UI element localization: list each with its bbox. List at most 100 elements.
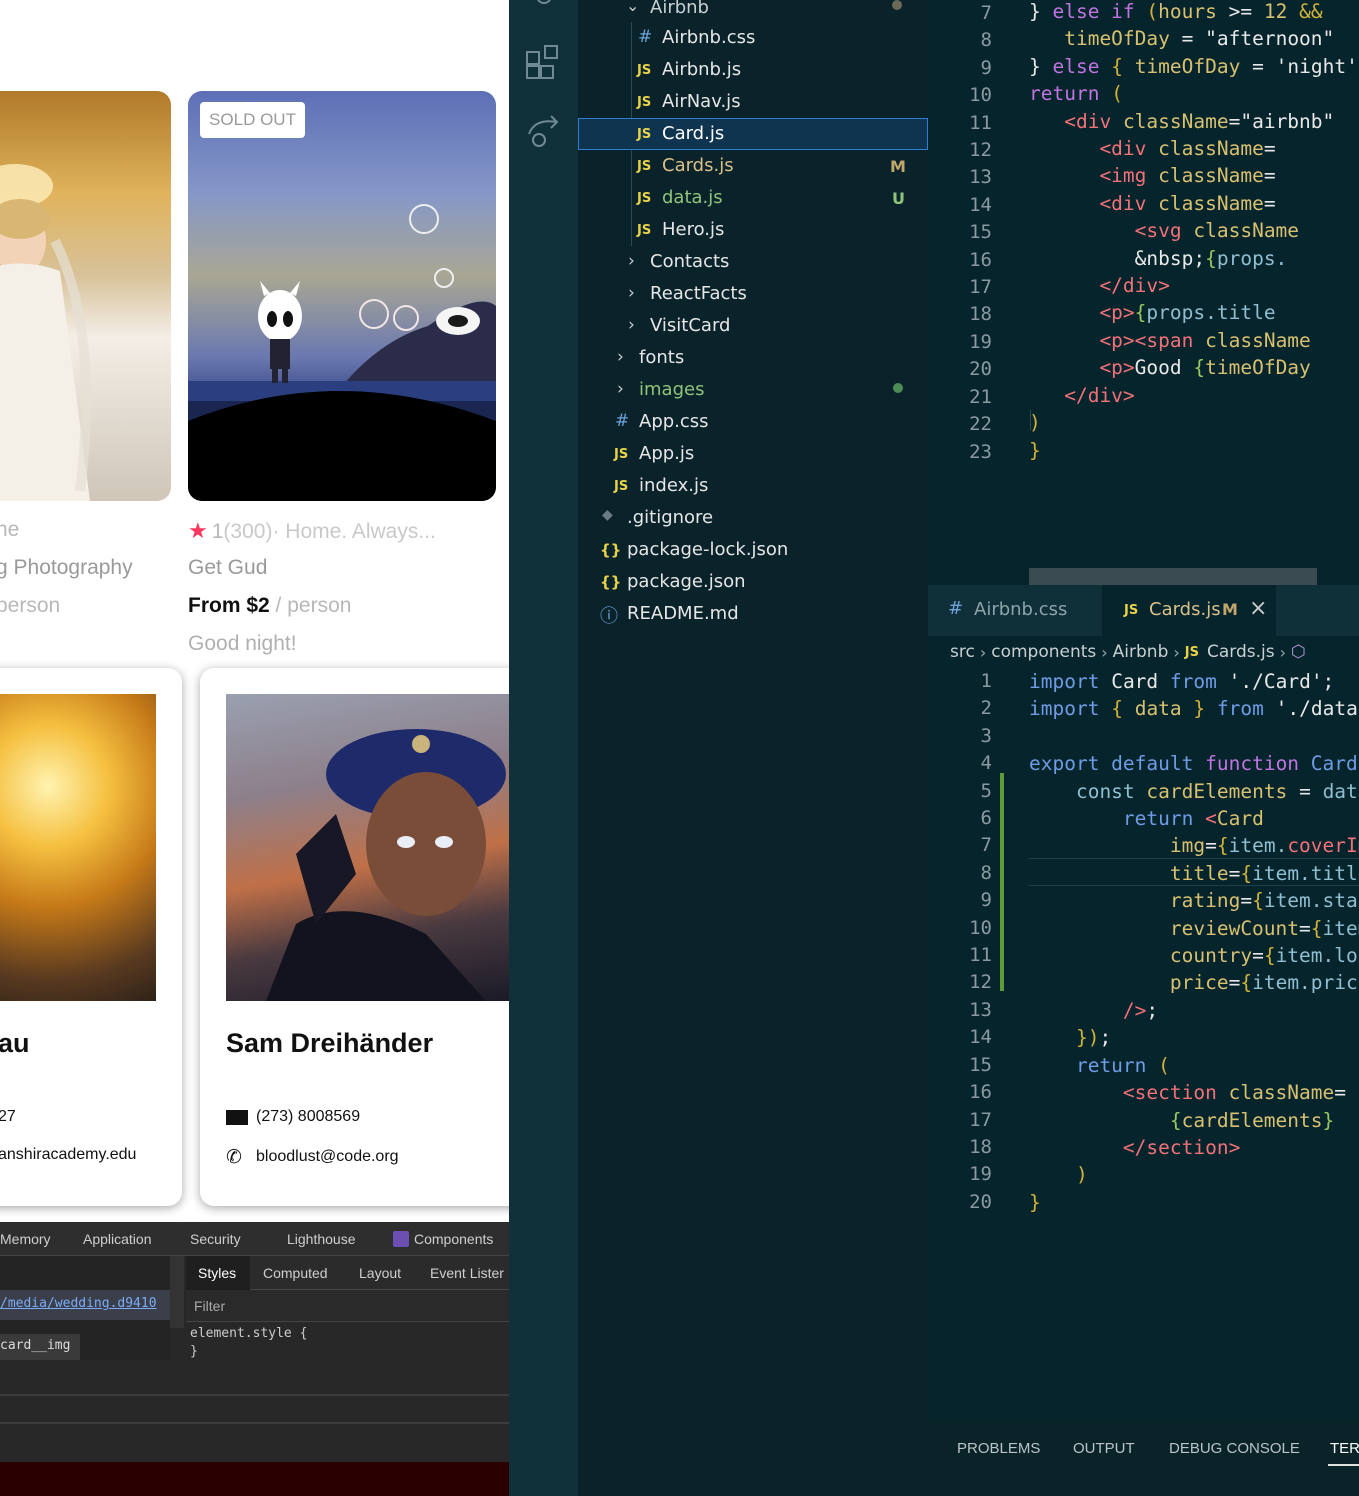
tab-terminal[interactable]: TER: [1330, 1440, 1359, 1457]
tab-application[interactable]: Application: [83, 1231, 152, 1247]
file-data-js[interactable]: JS data.js U: [578, 182, 928, 214]
tab-debug-console[interactable]: DEBUG CONSOLE: [1169, 1440, 1300, 1457]
git-icon: ◆: [602, 507, 613, 523]
styles-filter-bar: Filter: [186, 1290, 509, 1322]
profile-name: Sam Dreihänder: [226, 1028, 434, 1058]
card-review-count: (300): [223, 520, 273, 543]
bottom-panel: PROBLEMS OUTPUT DEBUG CONSOLE TER: [928, 1420, 1359, 1496]
file-label: Airbnb.css: [662, 27, 756, 48]
knight-illustration: [188, 204, 496, 501]
folder-visitcard[interactable]: › VisitCard: [578, 310, 928, 342]
card-price: From $2 / person: [188, 594, 351, 618]
file-label: index.js: [639, 475, 709, 496]
file-label: package.json: [627, 571, 746, 592]
file-index-js[interactable]: JS index.js: [578, 470, 928, 502]
file-label: package-lock.json: [627, 539, 789, 560]
resource-link[interactable]: /media/wedding.d9410: [0, 1296, 157, 1311]
json-icon: {}: [600, 573, 622, 591]
tab-output[interactable]: OUTPUT: [1073, 1440, 1135, 1457]
file-label: Card.js: [662, 123, 725, 144]
card-price-unit: person: [0, 594, 61, 617]
tab-styles-active[interactable]: Styles: [186, 1256, 250, 1290]
scrollbar[interactable]: [170, 1256, 184, 1328]
file-readme[interactable]: ⓘ README.md: [578, 598, 928, 630]
chevron-right-icon: ›: [1173, 642, 1180, 662]
editor-cards-js[interactable]: src › components › Airbnb › JS Cards.js …: [928, 636, 1359, 1420]
tab-event-listeners[interactable]: Event Lister: [430, 1265, 504, 1281]
filter-input[interactable]: Filter: [194, 1298, 225, 1314]
untracked-badge: U: [892, 189, 905, 208]
folder-contacts[interactable]: › Contacts: [578, 246, 928, 278]
tab-problems[interactable]: PROBLEMS: [957, 1440, 1040, 1457]
profile-photo: [0, 694, 156, 1001]
git-added-gutter: [1000, 773, 1004, 991]
folder-reactfacts[interactable]: › ReactFacts: [578, 278, 928, 310]
folder-label: VisitCard: [650, 315, 731, 336]
css-icon: #: [615, 411, 630, 431]
breadcrumb-item[interactable]: Airbnb: [1113, 642, 1169, 662]
breadcrumb-node[interactable]: card__img: [0, 1334, 80, 1360]
card-title: g Photography: [0, 556, 133, 579]
file-cards-js[interactable]: JS Cards.js M: [578, 150, 928, 182]
file-airbnb-css[interactable]: # Airbnb.css: [578, 22, 928, 54]
js-icon: JS: [637, 191, 652, 206]
tab-lighthouse[interactable]: Lighthouse: [287, 1231, 356, 1247]
sold-out-badge: SOLD OUT: [200, 102, 305, 138]
file-airnav-js[interactable]: JS AirNav.js: [578, 86, 928, 118]
card-title: Get Gud: [188, 556, 268, 579]
file-label: Cards.js: [662, 155, 734, 176]
chevron-down-icon: ⌄: [626, 0, 640, 15]
debug-icon[interactable]: [524, 0, 564, 12]
close-icon[interactable]: ×: [1249, 596, 1267, 621]
file-app-js[interactable]: JS App.js: [578, 438, 928, 470]
chevron-right-icon: ›: [1101, 642, 1108, 662]
line-numbers: 1 2 3 4 5 6 7 8 9 10 11 12 13 14 15 16 1…: [969, 670, 992, 1213]
folder-airbnb[interactable]: ⌄ Airbnb: [578, 0, 928, 22]
folder-label: Contacts: [650, 251, 730, 272]
breadcrumb-item[interactable]: src: [950, 642, 975, 662]
breadcrumb-item[interactable]: Cards.js: [1207, 642, 1275, 662]
file-hero-js[interactable]: JS Hero.js: [578, 214, 928, 246]
breadcrumb-item[interactable]: components: [991, 642, 1096, 662]
style-rule-close: }: [190, 1344, 198, 1359]
file-label: .gitignore: [627, 507, 714, 528]
code-text: import Card from './Card'; import { data…: [1029, 670, 1359, 1214]
folder-fonts[interactable]: › fonts: [578, 342, 928, 374]
tab-memory[interactable]: Memory: [0, 1231, 51, 1247]
file-package-lock-json[interactable]: {} package-lock.json: [578, 534, 928, 566]
remote-explorer-icon[interactable]: [525, 112, 565, 152]
horizontal-scrollbar[interactable]: [1029, 568, 1317, 585]
js-icon: JS: [637, 223, 652, 238]
file-app-css[interactable]: # App.css: [578, 406, 928, 438]
extensions-icon[interactable]: [525, 44, 565, 84]
file-airbnb-js[interactable]: JS Airbnb.js: [578, 54, 928, 86]
chevron-right-icon: ›: [979, 642, 987, 662]
css-icon: #: [948, 598, 964, 619]
tab-airbnb-css[interactable]: # Airbnb.css: [928, 585, 1102, 636]
folder-label: Airbnb: [650, 0, 709, 18]
file-package-json[interactable]: {} package.json: [578, 566, 928, 598]
file-label: README.md: [627, 603, 739, 624]
file-gitignore[interactable]: ◆ .gitignore: [578, 502, 928, 534]
tab-components[interactable]: Components: [414, 1231, 493, 1247]
tab-cards-js-active[interactable]: JS Cards.js M ×: [1102, 585, 1276, 636]
tab-layout[interactable]: Layout: [359, 1265, 401, 1281]
file-label: Airbnb.js: [662, 59, 742, 80]
breadcrumb: src › components › Airbnb › JS Cards.js …: [950, 642, 1306, 662]
tab-computed[interactable]: Computed: [263, 1265, 328, 1281]
tab-security[interactable]: Security: [190, 1231, 241, 1247]
modified-dot: [892, 0, 902, 10]
greeting-text: Good night!: [188, 632, 297, 655]
card-rating: 1: [211, 520, 224, 543]
selected-node[interactable]: /media/wedding.d9410: [0, 1290, 170, 1320]
phone-icon: ✆: [226, 1146, 242, 1168]
json-icon: {}: [600, 541, 622, 559]
folder-images[interactable]: › images: [578, 374, 928, 406]
chevron-right-icon: ›: [628, 251, 635, 271]
style-rule-open: element.style {: [190, 1326, 308, 1341]
styles-tabbar: Styles Computed Layout Event Lister: [186, 1256, 509, 1290]
card-price-value: From $2: [188, 594, 270, 617]
file-card-js-selected[interactable]: JS Card.js: [578, 118, 928, 150]
divider: [0, 1394, 509, 1396]
editor-card-js[interactable]: 7 8 9 10 11 12 13 14 15 16 17 18 19 20 2…: [928, 0, 1359, 585]
